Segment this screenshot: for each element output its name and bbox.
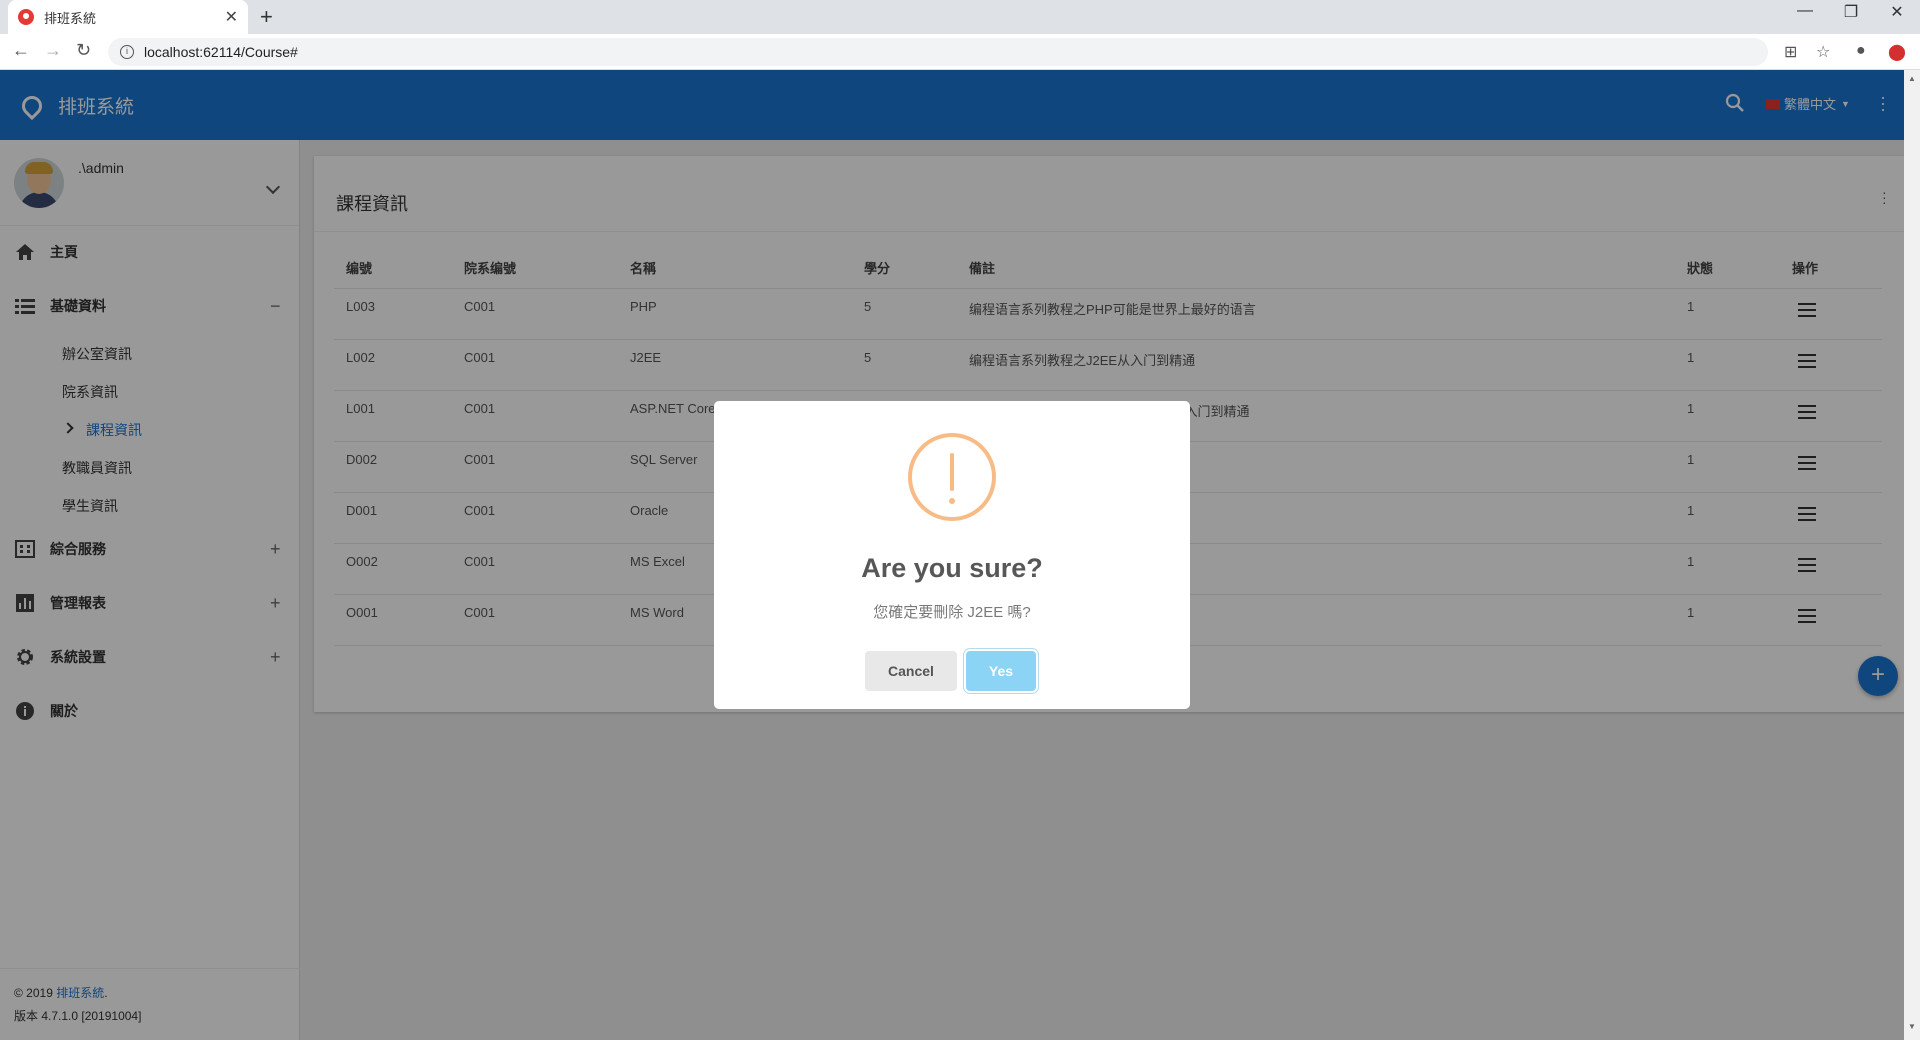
warning-icon xyxy=(908,433,996,521)
restore-button[interactable]: ❐ xyxy=(1828,2,1874,22)
url-text: localhost:62114/Course# xyxy=(144,44,298,60)
new-tab-button[interactable]: + xyxy=(260,4,273,30)
site-info-icon[interactable]: i xyxy=(120,45,134,59)
confirm-dialog: Are you sure? 您確定要刪除 J2EE 嗎? Cancel Yes xyxy=(714,401,1190,709)
forward-icon[interactable]: → xyxy=(44,40,62,61)
url-field[interactable]: i localhost:62114/Course# xyxy=(108,38,1768,66)
scroll-down-icon[interactable]: ▼ xyxy=(1908,1022,1916,1031)
favicon-icon xyxy=(18,9,34,25)
minimize-button[interactable]: — xyxy=(1782,2,1828,20)
page-scrollbar[interactable]: ▲ ▼ xyxy=(1904,70,1920,1040)
dialog-title: Are you sure? xyxy=(861,553,1043,583)
browser-tab[interactable]: 排班系統 ✕ xyxy=(8,0,248,34)
bookmark-star-icon[interactable]: ☆ xyxy=(1816,42,1830,62)
cancel-button[interactable]: Cancel xyxy=(865,651,957,691)
reload-icon[interactable]: ↻ xyxy=(76,40,91,61)
profile-icon[interactable]: ● xyxy=(1856,42,1866,60)
extension-icon[interactable]: ⬤ xyxy=(1888,42,1906,62)
confirm-button[interactable]: Yes xyxy=(966,651,1036,691)
browser-tab-bar: 排班系統 ✕ + — ❐ ✕ xyxy=(0,0,1920,34)
close-window-button[interactable]: ✕ xyxy=(1874,2,1920,22)
address-bar: ← → ↻ i localhost:62114/Course# ⊞ ☆ ● ⬤ xyxy=(0,34,1920,70)
tab-title: 排班系統 xyxy=(44,10,97,26)
scroll-up-icon[interactable]: ▲ xyxy=(1908,74,1916,83)
dialog-text: 您確定要刪除 J2EE 嗎? xyxy=(873,604,1031,621)
translate-icon[interactable]: ⊞ xyxy=(1784,42,1797,62)
tab-close-button[interactable]: ✕ xyxy=(225,7,238,27)
back-icon[interactable]: ← xyxy=(12,40,30,61)
